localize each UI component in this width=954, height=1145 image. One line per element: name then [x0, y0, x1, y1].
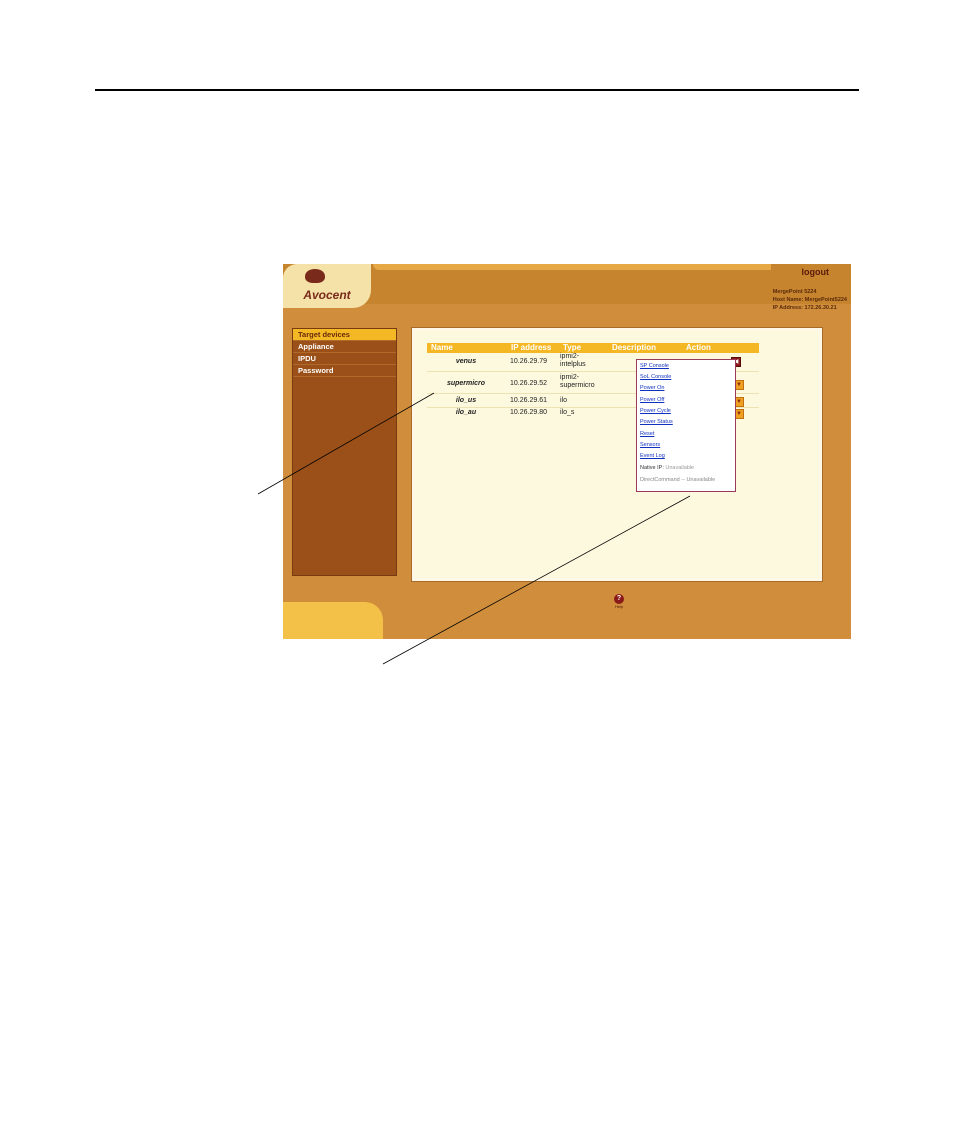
menu-item-event-log[interactable]: Event Log [640, 453, 665, 460]
host-info-model: MergePoint 5224 [772, 289, 817, 295]
help-label: Help [614, 604, 624, 609]
footer-accent [283, 602, 383, 639]
row-venus-ip: 10.26.29.79 [510, 358, 547, 365]
menu-item-sp-console[interactable]: SP Console [640, 363, 669, 370]
sidebar-item-appliance[interactable]: Appliance [293, 341, 396, 353]
host-info: MergePoint 5224 Host Name: MergePoint522… [773, 288, 847, 312]
menu-item-power-on[interactable]: Power On [640, 385, 664, 392]
menu-item-sol-console[interactable]: SoL Console [640, 374, 671, 381]
action-menu: SP Console SoL Console Power On Power Of… [636, 359, 736, 492]
column-header-name: Name [431, 343, 453, 352]
menu-item-power-cycle[interactable]: Power Cycle [640, 408, 671, 415]
menu-item-native-ip: Native IP: Unavailable [640, 465, 694, 472]
help-button[interactable]: ? Help [609, 594, 629, 609]
row-supermicro-type: ipmi2-supermicro [560, 374, 595, 389]
column-header-ip: IP address [511, 343, 552, 352]
row-ilo-us-ip: 10.26.29.61 [510, 397, 547, 404]
header-accent-bar [373, 264, 771, 270]
column-header-action: Action [686, 343, 711, 352]
sidebar-item-ipdu[interactable]: IPDU [293, 353, 396, 365]
page-top-rule [95, 89, 859, 91]
row-ilo-au-name[interactable]: ilo_au [431, 409, 501, 417]
native-ip-label: Native IP: [640, 465, 664, 471]
column-header-description: Description [612, 343, 657, 352]
sidebar-item-password[interactable]: Password [293, 365, 396, 377]
menu-item-reset[interactable]: Reset [640, 431, 654, 438]
table-header: Name IP address Type Description Action [427, 343, 759, 353]
native-ip-value: Unavailable [665, 465, 695, 471]
logout-link[interactable]: logout [802, 267, 830, 277]
menu-item-direct-command: DirectCommand -- Unavailable [640, 477, 716, 483]
sidebar: Target devices Appliance IPDU Password [292, 328, 397, 576]
host-info-ip: IP Address: 172.26.30.21 [772, 305, 837, 311]
sidebar-item-target-devices[interactable]: Target devices [293, 329, 396, 341]
menu-item-power-off[interactable]: Power Off [640, 397, 664, 404]
row-supermicro-name[interactable]: supermicro [431, 380, 501, 388]
row-ilo-us-type: ilo [560, 397, 568, 404]
menu-item-sensors[interactable]: Sensors [640, 442, 660, 449]
menu-item-power-status[interactable]: Power Status [640, 419, 673, 426]
row-supermicro-ip: 10.26.29.52 [510, 380, 547, 387]
logo-panel: Avocent [283, 264, 371, 308]
help-icon: ? [614, 594, 624, 604]
app-window: Avocent logout MergePoint 5224 Host Name… [283, 264, 851, 639]
avocent-logo-icon [305, 269, 325, 283]
host-info-hostname: Host Name: MergePoint5224 [772, 297, 847, 303]
column-header-type: Type [563, 343, 582, 352]
row-ilo-au-type: ilo_s [560, 409, 575, 416]
row-ilo-us-name[interactable]: ilo_us [431, 397, 501, 405]
row-ilo-au-ip: 10.26.29.80 [510, 409, 547, 416]
logo-text: Avocent [303, 288, 351, 302]
row-venus-name[interactable]: venus [431, 358, 501, 366]
main-content: Name IP address Type Description Action … [412, 328, 822, 581]
row-venus-type: ipmi2-intelplus [560, 353, 586, 368]
